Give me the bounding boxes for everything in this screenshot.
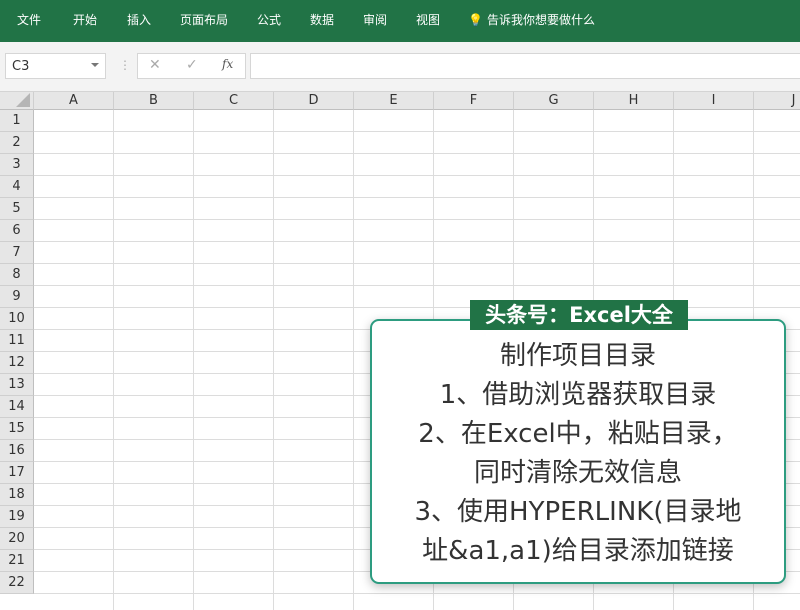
column-header[interactable]: H bbox=[594, 92, 674, 110]
name-box-value: C3 bbox=[12, 59, 29, 74]
row-header[interactable]: 13 bbox=[0, 374, 34, 396]
card-line: 同时清除无效信息 bbox=[372, 454, 784, 493]
column-header[interactable]: J bbox=[754, 92, 800, 110]
row-header[interactable]: 7 bbox=[0, 242, 34, 264]
row-header[interactable]: 10 bbox=[0, 308, 34, 330]
row-header[interactable]: 22 bbox=[0, 572, 34, 594]
tab-review[interactable]: 审阅 bbox=[363, 11, 387, 28]
row-header[interactable]: 18 bbox=[0, 484, 34, 506]
cancel-icon[interactable]: ✕ bbox=[149, 57, 161, 73]
card-line: 址&a1,a1)给目录添加链接 bbox=[372, 532, 784, 571]
column-header[interactable]: B bbox=[114, 92, 194, 110]
row-header[interactable]: 21 bbox=[0, 550, 34, 572]
ribbon: 文件 开始 插入 页面布局 公式 数据 审阅 视图 💡 告诉我你想要做什么 bbox=[0, 0, 800, 42]
row-header[interactable]: 16 bbox=[0, 440, 34, 462]
row-header[interactable]: 11 bbox=[0, 330, 34, 352]
tab-data[interactable]: 数据 bbox=[310, 11, 334, 28]
drag-handle-icon[interactable]: ⋮ bbox=[119, 58, 131, 72]
card-line: 制作项目目录 bbox=[372, 337, 784, 376]
insert-function-icon[interactable]: fx bbox=[222, 57, 233, 71]
row-header[interactable]: 14 bbox=[0, 396, 34, 418]
tab-file[interactable]: 文件 bbox=[17, 11, 41, 28]
column-header[interactable]: G bbox=[514, 92, 594, 110]
name-box[interactable]: C3 bbox=[5, 53, 106, 79]
row-header[interactable]: 5 bbox=[0, 198, 34, 220]
source-badge: 头条号：Excel大全 bbox=[470, 300, 688, 330]
select-all-button[interactable] bbox=[0, 92, 34, 110]
tab-formulas[interactable]: 公式 bbox=[257, 11, 281, 28]
row-header[interactable]: 15 bbox=[0, 418, 34, 440]
column-header[interactable]: I bbox=[674, 92, 754, 110]
lightbulb-icon: 💡 bbox=[468, 13, 483, 27]
row-header[interactable]: 19 bbox=[0, 506, 34, 528]
tab-page-layout[interactable]: 页面布局 bbox=[180, 11, 228, 28]
tell-me-label: 告诉我你想要做什么 bbox=[487, 11, 595, 28]
row-header[interactable]: 12 bbox=[0, 352, 34, 374]
row-header[interactable]: 20 bbox=[0, 528, 34, 550]
row-header[interactable]: 8 bbox=[0, 264, 34, 286]
formula-input[interactable] bbox=[250, 53, 800, 79]
column-header[interactable]: F bbox=[434, 92, 514, 110]
chevron-down-icon[interactable] bbox=[91, 63, 99, 67]
tab-home[interactable]: 开始 bbox=[73, 11, 97, 28]
column-header[interactable]: A bbox=[34, 92, 114, 110]
row-header[interactable]: 17 bbox=[0, 462, 34, 484]
card-line: 1、借助浏览器获取目录 bbox=[372, 376, 784, 415]
tell-me-box[interactable]: 💡 告诉我你想要做什么 bbox=[468, 11, 595, 28]
column-header[interactable]: C bbox=[194, 92, 274, 110]
column-header[interactable]: D bbox=[274, 92, 354, 110]
row-header[interactable]: 4 bbox=[0, 176, 34, 198]
formula-buttons: ✕ ✓ fx bbox=[137, 53, 246, 79]
column-header[interactable]: E bbox=[354, 92, 434, 110]
instruction-card: 制作项目目录 1、借助浏览器获取目录 2、在Excel中，粘贴目录， 同时清除无… bbox=[370, 319, 786, 584]
enter-icon[interactable]: ✓ bbox=[186, 57, 198, 73]
row-header[interactable]: 9 bbox=[0, 286, 34, 308]
card-line: 2、在Excel中，粘贴目录， bbox=[372, 415, 784, 454]
row-header[interactable]: 1 bbox=[0, 110, 34, 132]
formula-bar: C3 ⋮ ✕ ✓ fx bbox=[0, 42, 800, 92]
tab-view[interactable]: 视图 bbox=[416, 11, 440, 28]
tab-insert[interactable]: 插入 bbox=[127, 11, 151, 28]
row-header[interactable]: 2 bbox=[0, 132, 34, 154]
row-header[interactable]: 3 bbox=[0, 154, 34, 176]
row-header[interactable]: 6 bbox=[0, 220, 34, 242]
card-line: 3、使用HYPERLINK(目录地 bbox=[372, 493, 784, 532]
